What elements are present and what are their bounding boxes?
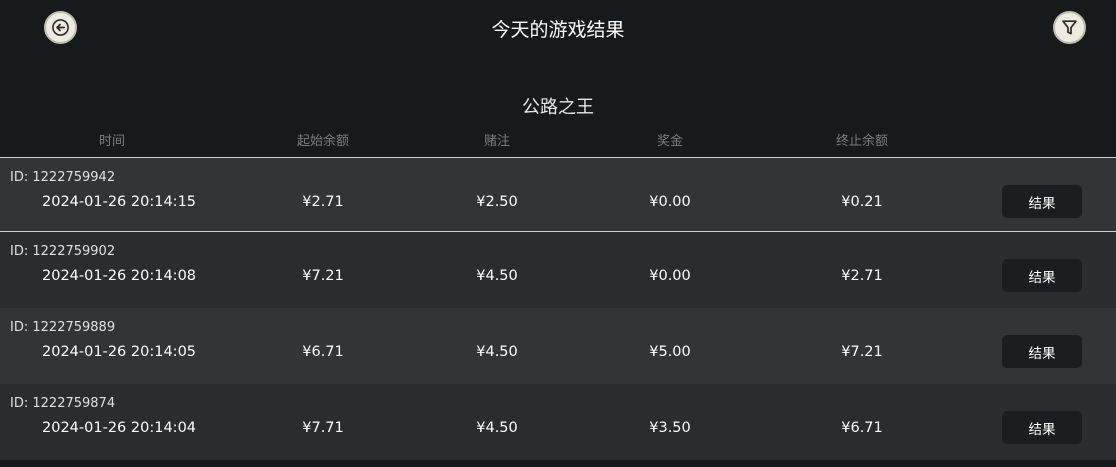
- end-balance: ¥7.21: [841, 344, 883, 360]
- bet-amount: ¥4.50: [476, 344, 518, 360]
- column-header-start-balance: 起始余额: [296, 134, 350, 149]
- round-id-value: 1222759902: [32, 244, 116, 259]
- start-balance: ¥2.71: [302, 194, 344, 210]
- page-title: 今天的游戏结果: [491, 19, 625, 41]
- round-time: 2024-01-26 20:14:08: [42, 268, 196, 284]
- round-clock: 20:14:08: [130, 268, 197, 284]
- bet-amount: ¥4.50: [476, 268, 518, 284]
- prize-amount: ¥0.00: [649, 194, 691, 210]
- result-row: ID: 1222759889 2024-01-26 20:14:05 ¥6.71…: [0, 308, 1116, 384]
- results-list: ID: 1222759942 2024-01-26 20:14:15 ¥2.71…: [0, 158, 1116, 460]
- result-row: ID: 1222759874 2024-01-26 20:14:04 ¥7.71…: [0, 384, 1116, 460]
- filter-icon: [1062, 20, 1077, 35]
- end-balance: ¥6.71: [841, 420, 883, 436]
- round-clock: 20:14:05: [130, 344, 197, 360]
- result-button[interactable]: 结果: [1002, 335, 1082, 368]
- column-header-prize: 奖金: [656, 134, 684, 149]
- bet-amount: ¥2.50: [476, 194, 518, 210]
- round-id: ID: 1222759889: [10, 320, 115, 335]
- start-balance: ¥6.71: [302, 344, 344, 360]
- filter-button[interactable]: [1053, 11, 1086, 44]
- round-time: 2024-01-26 20:14:05: [42, 344, 196, 360]
- result-button[interactable]: 结果: [1002, 411, 1082, 444]
- round-id-label: ID:: [10, 244, 29, 259]
- result-button[interactable]: 结果: [1002, 185, 1082, 218]
- round-id-value: 1222759874: [32, 396, 116, 411]
- round-id: ID: 1222759902: [10, 244, 115, 259]
- round-date: 2024-01-26: [42, 420, 127, 436]
- round-id-value: 1222759889: [32, 320, 116, 335]
- round-time: 2024-01-26 20:14:15: [42, 194, 196, 210]
- bet-amount: ¥4.50: [476, 420, 518, 436]
- round-id-label: ID:: [10, 396, 29, 411]
- result-row: ID: 1222759902 2024-01-26 20:14:08 ¥7.21…: [0, 232, 1116, 308]
- round-date: 2024-01-26: [42, 268, 127, 284]
- end-balance: ¥0.21: [841, 194, 883, 210]
- prize-amount: ¥0.00: [649, 268, 691, 284]
- prize-amount: ¥5.00: [649, 344, 691, 360]
- round-date: 2024-01-26: [42, 344, 127, 360]
- round-id-label: ID:: [10, 320, 29, 335]
- end-balance: ¥2.71: [841, 268, 883, 284]
- round-id-value: 1222759942: [32, 170, 116, 185]
- round-id-label: ID:: [10, 170, 29, 185]
- column-headers: 时间 起始余额 赌注 奖金 终止余额: [0, 130, 1116, 150]
- result-row: ID: 1222759942 2024-01-26 20:14:15 ¥2.71…: [0, 158, 1116, 232]
- round-clock: 20:14:15: [130, 194, 197, 210]
- start-balance: ¥7.21: [302, 268, 344, 284]
- column-header-end-balance: 终止余额: [835, 134, 889, 149]
- game-name: 公路之王: [522, 97, 594, 118]
- round-date: 2024-01-26: [42, 194, 127, 210]
- round-clock: 20:14:04: [130, 420, 197, 436]
- round-time: 2024-01-26 20:14:04: [42, 420, 196, 436]
- round-id: ID: 1222759942: [10, 170, 115, 185]
- prize-amount: ¥3.50: [649, 420, 691, 436]
- column-header-bet: 赌注: [483, 134, 511, 149]
- result-button[interactable]: 结果: [1002, 259, 1082, 292]
- round-id: ID: 1222759874: [10, 396, 115, 411]
- column-header-time: 时间: [98, 134, 126, 149]
- start-balance: ¥7.71: [302, 420, 344, 436]
- app-header: 今天的游戏结果: [0, 0, 1116, 56]
